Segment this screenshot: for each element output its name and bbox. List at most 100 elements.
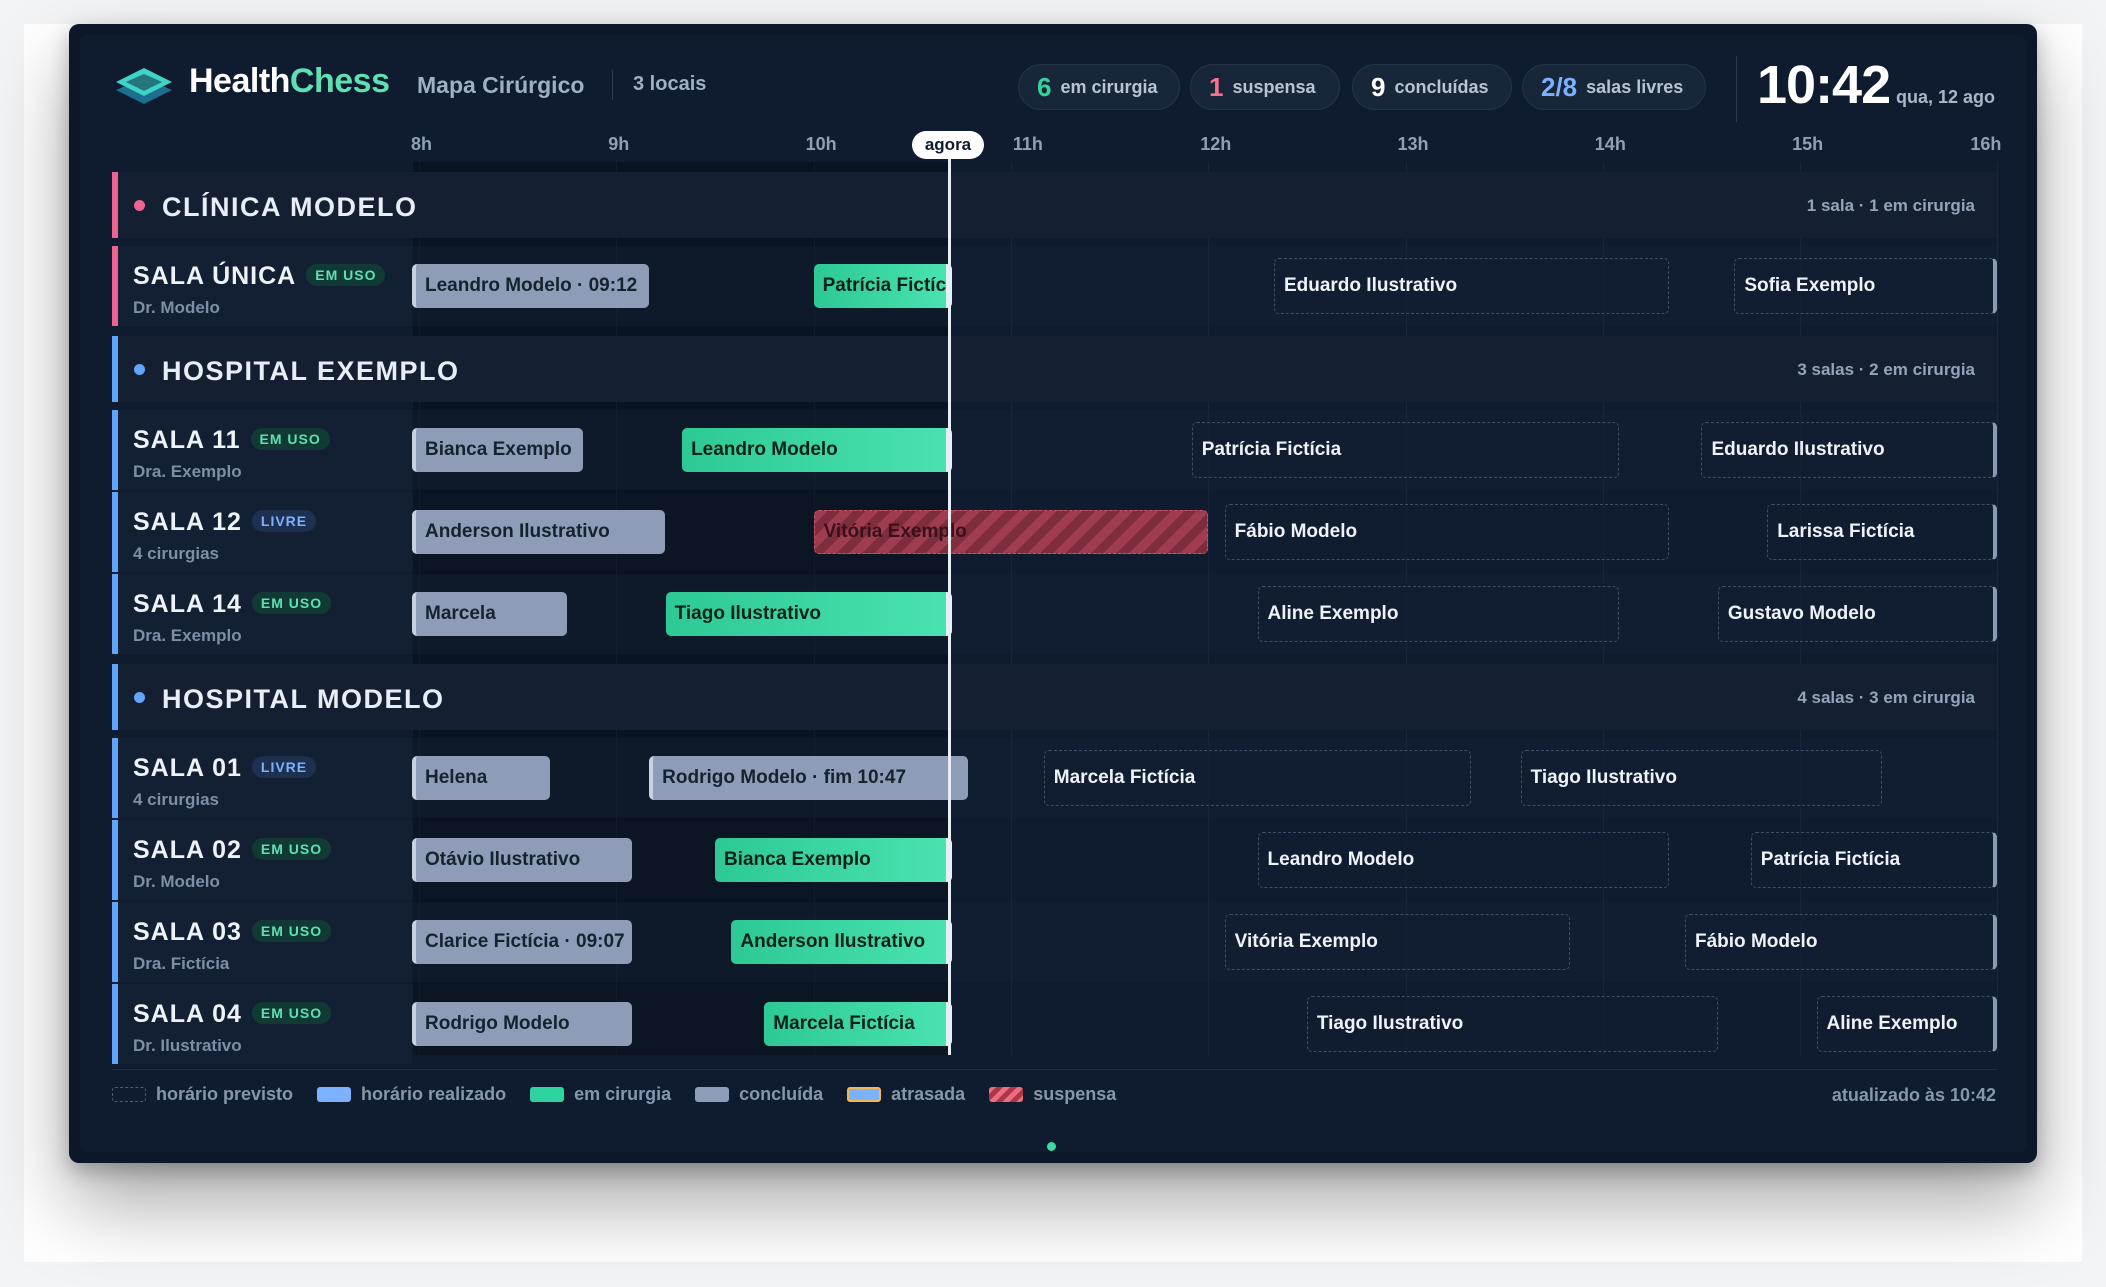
surgery-block[interactable]: Rodrigo Modelo xyxy=(412,1002,633,1046)
stat-value: 9 xyxy=(1371,71,1386,102)
surgery-block[interactable]: Leandro Modelo xyxy=(682,428,952,472)
room-status-badge: LIVRE xyxy=(251,510,317,532)
location-summary: 4 salas · 3 em cirurgia xyxy=(1797,688,1975,707)
surgery-block[interactable]: Tiago Ilustrativo xyxy=(1306,996,1718,1052)
surgery-block[interactable]: Leandro Modelo xyxy=(1257,832,1669,888)
surgery-block[interactable]: Tiago Ilustrativo xyxy=(665,592,952,636)
room-accent-bar xyxy=(112,246,118,326)
room-card[interactable]: SALA 01 LIVRE 4 cirurgias xyxy=(112,738,412,818)
legend-item: em cirurgia xyxy=(530,1084,671,1105)
hour-tick-label: 9h xyxy=(608,134,630,154)
stat-pill[interactable]: 2/8 salas livres xyxy=(1522,64,1706,110)
surgery-block[interactable]: Patrícia Fictícia xyxy=(813,264,952,308)
stat-pill[interactable]: 6 em cirurgia xyxy=(1018,64,1180,110)
room-card[interactable]: SALA 11 EM USO Dra. Exemplo xyxy=(112,410,412,490)
legend-label: horário realizado xyxy=(361,1084,507,1104)
room-accent-bar xyxy=(112,820,118,900)
surgery-block[interactable]: Marcela Fictícia xyxy=(1043,750,1472,806)
location-name: HOSPITAL MODELO xyxy=(162,684,445,714)
legend-item: horário realizado xyxy=(317,1084,506,1105)
legend-label: em cirurgia xyxy=(574,1084,672,1104)
legend-label: horário previsto xyxy=(156,1084,294,1104)
surgery-block[interactable]: Clarice Fictícia · 09:07 xyxy=(412,920,633,964)
room-card[interactable]: SALA 03 EM USO Dra. Fictícia xyxy=(112,902,412,982)
surgery-block[interactable]: Larissa Fictícia xyxy=(1767,504,1997,560)
room-card[interactable]: SALA 14 EM USO Dra. Exemplo xyxy=(112,574,412,654)
surgery-block[interactable]: Vitória Exemplo xyxy=(813,510,1209,554)
room-card[interactable]: SALA 04 EM USO Dr. Ilustrativo xyxy=(112,984,412,1064)
legend-item: horário previsto xyxy=(112,1084,293,1105)
surgery-block[interactable]: Gustavo Modelo xyxy=(1717,586,1997,642)
stat-pill[interactable]: 9 concluídas xyxy=(1352,64,1512,110)
surgery-block[interactable]: Vitória Exemplo xyxy=(1224,914,1570,970)
room-name: SALA 02 EM USO xyxy=(133,836,332,865)
room-surgeon: Dr. Modelo xyxy=(133,872,220,891)
room-accent-bar xyxy=(112,492,118,572)
room-status-badge: EM USO xyxy=(251,920,332,942)
legend-label: atrasada xyxy=(891,1084,966,1104)
legend-item: atrasada xyxy=(847,1084,965,1105)
surgery-block[interactable]: Helena xyxy=(412,756,551,800)
room-card[interactable]: SALA 12 LIVRE 4 cirurgias xyxy=(112,492,412,572)
room-card[interactable]: SALA 02 EM USO Dr. Modelo xyxy=(112,820,412,900)
brand-part-2: Chess xyxy=(289,62,390,100)
location-summary: 3 salas · 2 em cirurgia xyxy=(1797,360,1975,379)
clock-divider xyxy=(1736,56,1737,122)
legend-swatch-icon xyxy=(989,1087,1024,1102)
room-name-text: SALA ÚNICA xyxy=(133,262,297,290)
surgery-block[interactable]: Sofia Exemplo xyxy=(1734,258,1997,314)
surgery-block[interactable]: Fábio Modelo xyxy=(1685,914,1997,970)
legend-swatch-icon xyxy=(317,1087,352,1102)
room-status-badge: LIVRE xyxy=(251,756,317,778)
surgery-block[interactable]: Anderson Ilustrativo xyxy=(412,510,666,554)
surgery-block[interactable]: Otávio Ilustrativo xyxy=(412,838,633,882)
room-status-badge: EM USO xyxy=(251,592,332,614)
surgery-block[interactable]: Eduardo Ilustrativo xyxy=(1701,422,1997,478)
room-name-text: SALA 01 xyxy=(133,754,242,782)
legend-item: concluída xyxy=(695,1084,823,1105)
surgery-block[interactable]: Anderson Ilustrativo xyxy=(731,920,952,964)
surgery-block[interactable]: Marcela xyxy=(412,592,567,636)
location-group-header[interactable]: HOSPITAL MODELO 4 salas · 3 em cirurgia xyxy=(112,664,1997,730)
surgery-block[interactable]: Bianca Exemplo xyxy=(412,428,583,472)
locations-count: 3 locais xyxy=(633,73,707,95)
stat-pill[interactable]: 1 suspensa xyxy=(1190,64,1340,110)
surgery-block[interactable]: Bianca Exemplo xyxy=(714,838,952,882)
header-divider xyxy=(612,70,613,100)
room-name: SALA 12 LIVRE xyxy=(133,508,317,537)
room-surgeon: 4 cirurgias xyxy=(133,544,219,563)
brand-part-1: Health xyxy=(189,62,290,100)
location-name: HOSPITAL EXEMPLO xyxy=(162,356,460,386)
legend-swatch-icon xyxy=(112,1087,146,1102)
clock-date: qua, 12 ago xyxy=(1896,87,1996,107)
surgery-block[interactable]: Aline Exemplo xyxy=(1816,996,1997,1052)
hour-tick-label: 13h xyxy=(1397,134,1429,154)
room-surgeon: Dra. Exemplo xyxy=(133,626,242,645)
room-accent-bar xyxy=(112,410,118,490)
brand-name: HealthChess xyxy=(189,62,390,101)
room-name: SALA 04 EM USO xyxy=(133,1000,332,1029)
surgery-block[interactable]: Patrícia Fictícia xyxy=(1750,832,1997,888)
legend-swatch-icon xyxy=(847,1087,882,1102)
location-group-header[interactable]: HOSPITAL EXEMPLO 3 salas · 2 em cirurgia xyxy=(112,336,1997,402)
clock-time: 10:42 xyxy=(1757,55,1891,115)
footer-divider xyxy=(112,1069,1997,1070)
surgery-block[interactable]: Eduardo Ilustrativo xyxy=(1273,258,1669,314)
legend-label: concluída xyxy=(739,1084,824,1104)
page-indicator-dot[interactable] xyxy=(1047,1142,1056,1151)
legend-swatch-icon xyxy=(695,1087,730,1102)
surgery-block[interactable]: Aline Exemplo xyxy=(1257,586,1620,642)
surgery-block[interactable]: Leandro Modelo · 09:12 xyxy=(412,264,649,308)
location-group-header[interactable]: CLÍNICA MODELO 1 sala · 1 em cirurgia xyxy=(112,172,1997,238)
surgery-block[interactable]: Marcela Fictícia xyxy=(764,1002,952,1046)
room-name: SALA 01 LIVRE xyxy=(133,754,317,783)
hour-tick-label: 16h xyxy=(1970,134,2002,154)
surgery-block[interactable]: Patrícia Fictícia xyxy=(1191,422,1620,478)
stat-label: salas livres xyxy=(1586,76,1684,97)
room-surgeon: Dra. Fictícia xyxy=(133,954,230,973)
room-card[interactable]: SALA ÚNICA EM USO Dr. Modelo xyxy=(112,246,412,326)
healthchess-logo-icon xyxy=(116,68,172,104)
surgery-block[interactable]: Fábio Modelo xyxy=(1224,504,1669,560)
surgery-block[interactable]: Tiago Ilustrativo xyxy=(1520,750,1883,806)
surgery-block[interactable]: Rodrigo Modelo · fim 10:47 xyxy=(649,756,969,800)
